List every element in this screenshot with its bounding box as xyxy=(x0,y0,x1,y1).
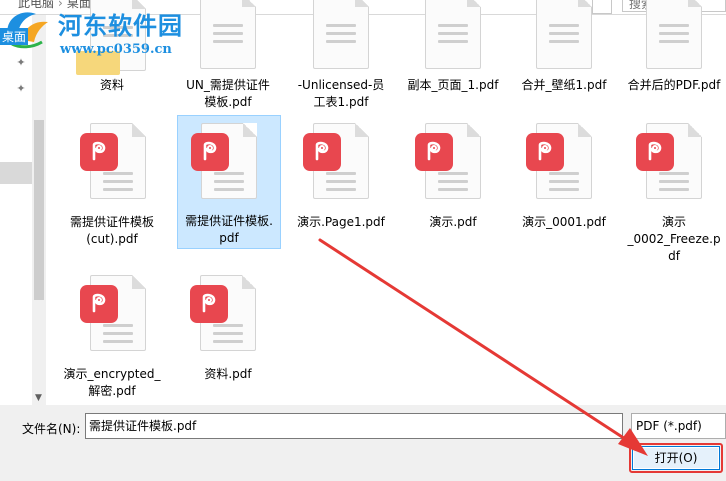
pdf-badge-icon xyxy=(80,133,118,171)
file-name: 合并_壁纸1.pdf xyxy=(521,78,607,92)
file-name: 副本_页面_1.pdf xyxy=(407,78,499,92)
file-item[interactable]: 合并后的PDF.pdf xyxy=(622,0,726,111)
filename-input[interactable]: 需提供证件模板.pdf xyxy=(85,413,623,439)
file-name: 演示.Page1.pdf xyxy=(297,215,385,229)
file-item[interactable]: 演示_encrypted_ 解密.pdf xyxy=(60,271,164,403)
file-name: 演示 _0002_Freeze.p df xyxy=(627,215,721,263)
nav-scrollbar[interactable]: ▼ xyxy=(32,15,46,405)
file-item[interactable]: 资料.pdf xyxy=(176,271,280,403)
file-name: 资料 xyxy=(99,78,124,92)
pdf-file-icon xyxy=(536,0,592,69)
file-name: 需提供证件模板 (cut).pdf xyxy=(69,215,154,246)
pin-icon: ✦ xyxy=(16,82,26,95)
pdf-badge-icon xyxy=(636,133,674,171)
file-name: -Unlicensed-员 工表1.pdf xyxy=(297,78,385,109)
file-name: 资料.pdf xyxy=(204,367,252,381)
open-button[interactable]: 打开(O) xyxy=(632,446,720,470)
nav-item-selected[interactable] xyxy=(0,162,32,184)
file-name: 合并后的PDF.pdf xyxy=(627,78,721,92)
file-item[interactable]: 演示_0001.pdf xyxy=(512,117,616,257)
pdf-badge-icon xyxy=(190,285,228,323)
pdf-badge-icon xyxy=(303,133,341,171)
file-item[interactable]: 需提供证件模板 (cut).pdf xyxy=(60,117,164,257)
pdf-badge-icon xyxy=(526,133,564,171)
watermark-title: 河东软件园 xyxy=(58,11,183,40)
navigation-pane: ✦ ✦ ▼ xyxy=(0,15,46,405)
file-name: 演示_0001.pdf xyxy=(522,215,606,229)
file-name: 演示.pdf xyxy=(429,215,477,229)
file-type-select[interactable]: PDF (*.pdf) xyxy=(631,413,726,439)
file-name: UN_需提供证件 模板.pdf xyxy=(186,78,270,109)
site-watermark: 河东软件园 桌面 www.pc0359.cn xyxy=(0,0,200,62)
file-item[interactable]: 演示.Page1.pdf xyxy=(289,117,393,257)
pdf-file-icon xyxy=(425,0,481,69)
file-item[interactable]: 演示 _0002_Freeze.p df xyxy=(622,117,726,267)
pdf-file-icon xyxy=(313,0,369,69)
watermark-url: www.pc0359.cn xyxy=(60,42,172,57)
chevron-down-icon[interactable]: ▼ xyxy=(35,393,42,403)
file-item-selected[interactable]: 需提供证件模板. pdf xyxy=(177,115,281,249)
file-item[interactable]: 合并_壁纸1.pdf xyxy=(512,0,616,111)
pdf-file-icon xyxy=(200,0,256,69)
file-name: 需提供证件模板. pdf xyxy=(185,214,273,245)
file-name: 演示_encrypted_ 解密.pdf xyxy=(63,367,161,398)
pdf-badge-icon xyxy=(80,285,118,323)
refresh-button[interactable] xyxy=(592,0,612,14)
pdf-file-icon xyxy=(646,0,702,69)
pdf-badge-icon xyxy=(415,133,453,171)
file-item[interactable]: -Unlicensed-员 工表1.pdf xyxy=(289,0,393,111)
scrollbar-thumb[interactable] xyxy=(34,120,44,300)
filename-label: 文件名(N): xyxy=(22,422,81,436)
watermark-sub: 桌面 xyxy=(0,28,29,45)
file-list: 资料 UN_需提供证件 模板.pdf -Unlicensed-员 工表1.pdf… xyxy=(46,0,726,405)
pdf-badge-icon xyxy=(191,133,229,171)
file-item[interactable]: 副本_页面_1.pdf xyxy=(401,0,505,111)
file-item[interactable]: 演示.pdf xyxy=(401,117,505,257)
